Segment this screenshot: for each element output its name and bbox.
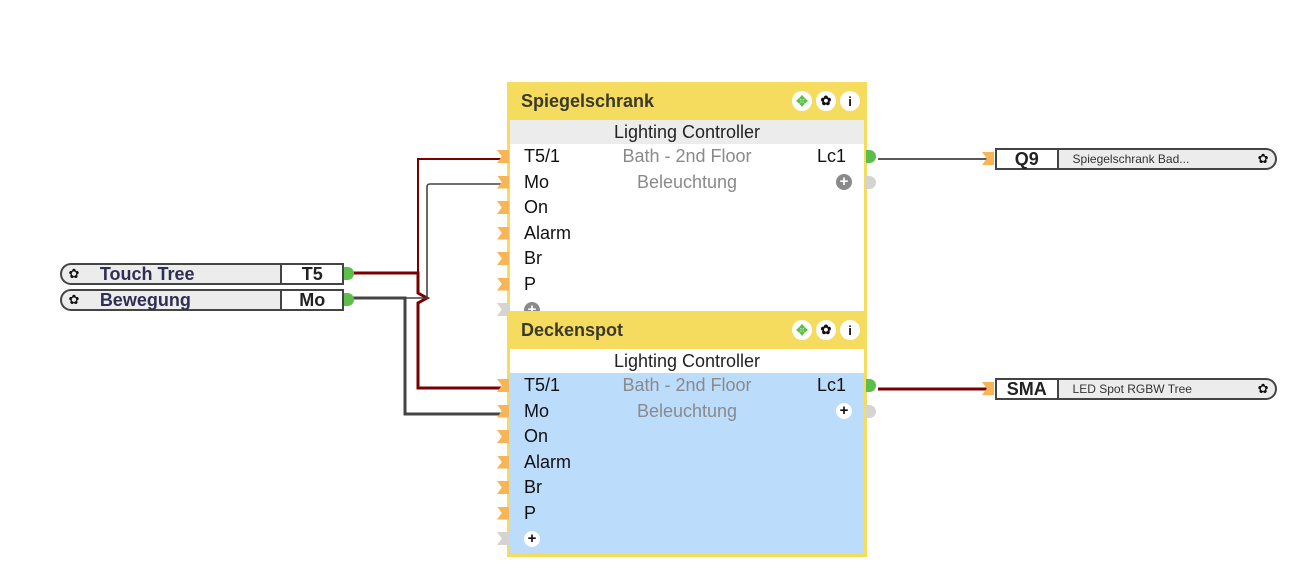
output-description: Spiegelschrank Bad... bbox=[1058, 148, 1252, 170]
input-code: Mo bbox=[280, 289, 344, 311]
block-row: Alarm bbox=[497, 450, 864, 476]
input-port[interactable] bbox=[497, 226, 509, 240]
input-label: On bbox=[524, 426, 549, 446]
input-port[interactable] bbox=[497, 201, 509, 214]
unused-output-port[interactable] bbox=[866, 404, 876, 418]
output-code: SMA bbox=[995, 378, 1059, 400]
room-label: Bath - 2nd Floor bbox=[622, 375, 752, 395]
input-port[interactable] bbox=[497, 506, 509, 520]
gear-icon: ✿ bbox=[1257, 381, 1269, 396]
block-body: T5/1 Bath - 2nd Floor Lc1 Mo Beleuchtung… bbox=[497, 373, 876, 554]
category-label: Beleuchtung bbox=[636, 171, 738, 192]
input-label: Br bbox=[524, 477, 542, 497]
block-row: Alarm bbox=[497, 221, 864, 247]
input-name: Bewegung bbox=[85, 289, 281, 311]
room-label: Bath - 2nd Floor bbox=[622, 146, 752, 166]
wire-mo-to-spiegelschrank[interactable] bbox=[352, 183, 502, 299]
block-row: P bbox=[497, 272, 864, 298]
add-output-button[interactable]: + bbox=[836, 402, 852, 419]
input-code: T5 bbox=[280, 263, 344, 285]
output-description: LED Spot RGBW Tree bbox=[1058, 378, 1252, 400]
output-label: Lc1 bbox=[816, 375, 846, 395]
block-type: Lighting Controller bbox=[510, 349, 864, 373]
gear-icon: ✿ bbox=[1257, 151, 1269, 166]
input-label: Br bbox=[524, 248, 542, 268]
output-code: Q9 bbox=[995, 148, 1059, 170]
input-port[interactable] bbox=[497, 175, 509, 189]
input-label: P bbox=[524, 273, 537, 294]
function-block-deckenspot[interactable]: Deckenspot ✥ ✿ i Lighting Controller T5/… bbox=[497, 311, 876, 557]
block-title: Deckenspot bbox=[521, 320, 624, 340]
output-settings-button[interactable]: ✿ bbox=[1251, 148, 1277, 170]
output-port[interactable] bbox=[344, 267, 354, 280]
input-label: Alarm bbox=[524, 222, 572, 243]
block-title: Spiegelschrank bbox=[521, 91, 655, 111]
block-row: On bbox=[497, 424, 864, 450]
input-label: Alarm bbox=[524, 451, 572, 472]
block-header[interactable]: Deckenspot ✥ ✿ i bbox=[510, 311, 864, 349]
block-row: T5/1 Bath - 2nd Floor Lc1 bbox=[497, 144, 876, 170]
input-port[interactable] bbox=[497, 430, 509, 443]
unused-input-port[interactable] bbox=[497, 532, 509, 545]
input-port[interactable] bbox=[497, 455, 509, 469]
category-label: Beleuchtung bbox=[636, 400, 738, 421]
info-icon[interactable]: i bbox=[840, 91, 860, 111]
add-input-button[interactable]: + bbox=[524, 531, 540, 547]
block-body: T5/1 Bath - 2nd Floor Lc1 Mo Beleuchtung… bbox=[497, 144, 876, 323]
input-port[interactable] bbox=[497, 150, 509, 163]
output-label: Lc1 bbox=[816, 146, 846, 166]
input-reference-bewegung[interactable]: ✿ Bewegung Mo bbox=[60, 289, 354, 311]
input-port[interactable] bbox=[497, 481, 509, 494]
block-row: + bbox=[497, 526, 864, 552]
input-port[interactable] bbox=[497, 404, 509, 418]
function-block-spiegelschrank[interactable]: Spiegelschrank ✥ ✿ i Lighting Controller… bbox=[497, 82, 876, 323]
input-label: On bbox=[524, 197, 549, 217]
gear-icon[interactable]: ✿ bbox=[816, 320, 836, 340]
block-row: T5/1 Bath - 2nd Floor Lc1 bbox=[497, 373, 876, 399]
output-settings-button[interactable]: ✿ bbox=[1251, 378, 1277, 400]
gear-icon[interactable]: ✿ bbox=[816, 91, 836, 111]
input-port[interactable] bbox=[497, 252, 509, 265]
input-label: P bbox=[524, 502, 537, 523]
block-row: On bbox=[497, 195, 864, 221]
output-port[interactable] bbox=[866, 150, 876, 163]
input-settings-button[interactable]: ✿ bbox=[60, 263, 86, 285]
block-header[interactable]: Spiegelschrank ✥ ✿ i bbox=[510, 82, 864, 120]
block-row: Mo Beleuchtung + bbox=[497, 399, 876, 425]
gear-icon: ✿ bbox=[68, 266, 80, 281]
block-row: Br bbox=[497, 246, 864, 272]
info-icon[interactable]: i bbox=[840, 320, 860, 340]
output-port[interactable] bbox=[344, 293, 354, 306]
move-icon[interactable]: ✥ bbox=[792, 91, 812, 111]
block-type: Lighting Controller bbox=[510, 120, 864, 144]
input-port[interactable] bbox=[497, 379, 509, 392]
wire-mo-to-deckenspot[interactable] bbox=[352, 296, 502, 416]
input-reference-touch-tree[interactable]: ✿ Touch Tree T5 bbox=[60, 263, 354, 285]
input-port[interactable] bbox=[497, 277, 509, 291]
add-output-button[interactable]: + bbox=[836, 173, 852, 190]
block-row: Br bbox=[497, 475, 864, 501]
output-port[interactable] bbox=[866, 379, 876, 392]
input-name: Touch Tree bbox=[85, 263, 281, 285]
output-reference-q9[interactable]: Q9 Spiegelschrank Bad... ✿ bbox=[982, 148, 1277, 170]
unused-output-port[interactable] bbox=[866, 175, 876, 189]
gear-icon: ✿ bbox=[68, 292, 80, 307]
block-row: Mo Beleuchtung + bbox=[497, 170, 876, 196]
move-icon[interactable]: ✥ bbox=[792, 320, 812, 340]
block-row: P bbox=[497, 501, 864, 527]
output-reference-sma[interactable]: SMA LED Spot RGBW Tree ✿ bbox=[982, 378, 1277, 400]
input-settings-button[interactable]: ✿ bbox=[60, 289, 86, 311]
